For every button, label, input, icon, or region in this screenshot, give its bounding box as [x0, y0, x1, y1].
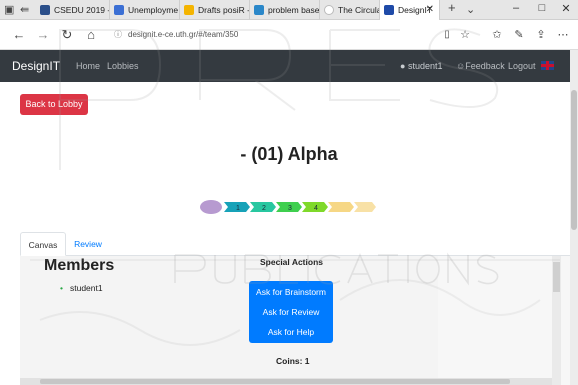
user-icon: ● [400, 61, 406, 71]
page-tabs: Canvas Review [20, 232, 570, 256]
language-flag-icon[interactable] [541, 61, 554, 70]
tab-favicon [184, 5, 194, 15]
tab-close-icon[interactable]: ✕ [426, 4, 434, 15]
nav-lobbies-link[interactable]: Lobbies [107, 61, 139, 71]
star-icon[interactable]: ☆ [456, 27, 474, 43]
special-actions-group: Ask for Brainstorm Ask for Review Ask fo… [249, 281, 333, 343]
browser-tab-4[interactable]: The Circular C [320, 0, 380, 20]
tab-favicon [324, 5, 334, 15]
list-item: • student1 [60, 283, 103, 293]
forward-icon[interactable]: → [34, 27, 52, 43]
nav-logout-link[interactable]: Logout [508, 61, 536, 71]
tab-title: CSEDU 2019 - [54, 5, 110, 15]
maximize-icon[interactable]: □ [532, 2, 552, 14]
address-bar: ← → ↻ ⌂ ⓘ designit.e-ce.uth.gr/#/team/350… [0, 20, 578, 50]
progress-label-1: 1 [236, 205, 240, 212]
tab-favicon [384, 5, 394, 15]
nav-home-link[interactable]: Home [76, 61, 100, 71]
user-menu[interactable]: ● student1 [400, 61, 442, 71]
tab-canvas[interactable]: Canvas [20, 232, 66, 256]
back-icon[interactable]: ← [10, 27, 28, 43]
browser-tab-2[interactable]: Drafts posiR - [180, 0, 250, 20]
share-icon[interactable]: ⇪ [532, 27, 550, 43]
tab-review[interactable]: Review [68, 232, 108, 256]
ask-brainstorm-button[interactable]: Ask for Brainstorm [249, 282, 333, 302]
progress-label-2: 2 [262, 205, 266, 212]
more-icon[interactable]: ⋯ [554, 27, 572, 43]
bullet-icon: • [60, 283, 63, 293]
window-close-icon[interactable]: ✕ [556, 2, 576, 15]
horizontal-scrollbar-thumb[interactable] [40, 379, 510, 384]
page-title: - (01) Alpha [240, 144, 338, 164]
home-icon[interactable]: ⌂ [82, 27, 100, 43]
tab-favicon [40, 5, 50, 15]
favorites-icon[interactable]: ✩ [488, 27, 506, 43]
browser-tab-1[interactable]: Unemployme [110, 0, 180, 20]
url-text: designit.e-ce.uth.gr/#/team/350 [128, 30, 239, 39]
feedback-icon: ☺ [456, 61, 466, 71]
tab-aside-icon[interactable]: ⇚ [20, 3, 29, 17]
pen-icon[interactable]: ✎ [510, 27, 528, 43]
browser-tab-bar: ▣ ⇚ CSEDU 2019 - Unemployme Drafts posiR… [0, 0, 578, 20]
page-scrollbar-thumb[interactable] [571, 90, 577, 230]
progress-steps: 1 2 3 4 [200, 200, 376, 214]
tab-title: Drafts posiR - [198, 5, 250, 15]
tab-title: The Circular C [338, 5, 379, 15]
coins-counter: Coins: 1 [276, 356, 310, 366]
progress-label-3: 3 [288, 205, 292, 212]
new-tab-icon[interactable]: + [448, 1, 456, 15]
tab-favicon [114, 5, 124, 15]
user-name: student1 [407, 61, 443, 71]
refresh-icon[interactable]: ↻ [58, 27, 76, 43]
tab-list-chevron-icon[interactable]: ⌄ [466, 3, 475, 17]
url-field[interactable]: ⓘ designit.e-ce.uth.gr/#/team/350 [114, 27, 238, 43]
browser-tab-active[interactable]: DesignIT ✕ [380, 0, 440, 20]
progress-label-4: 4 [314, 205, 318, 212]
canvas-side-panel [438, 256, 570, 385]
members-list: • student1 [60, 283, 103, 293]
canvas-scrollbar-thumb[interactable] [553, 262, 560, 292]
info-icon: ⓘ [114, 30, 122, 39]
brand-logo[interactable]: DesignIT [12, 59, 60, 73]
tab-actions-icon[interactable]: ▣ [4, 3, 14, 17]
nav-feedback-link[interactable]: ☺Feedback [456, 61, 505, 71]
browser-tab-3[interactable]: problem base [250, 0, 320, 20]
members-heading: Members [44, 257, 115, 274]
progress-step-6 [354, 202, 376, 212]
progress-step-0 [200, 200, 222, 214]
special-actions-heading: Special Actions [260, 257, 323, 267]
tab-favicon [254, 5, 264, 15]
reading-view-icon[interactable]: ▯ [438, 27, 456, 43]
back-to-lobby-button[interactable]: Back to Lobby [20, 94, 88, 115]
progress-step-5 [328, 202, 354, 212]
browser-tab-0[interactable]: CSEDU 2019 - [36, 0, 110, 20]
tab-title: Unemployme [128, 5, 179, 15]
tab-title: problem base [268, 5, 320, 15]
ask-help-button[interactable]: Ask for Help [249, 322, 333, 342]
minimize-icon[interactable]: – [506, 2, 526, 14]
ask-review-button[interactable]: Ask for Review [249, 302, 333, 322]
member-name: student1 [69, 283, 103, 293]
feedback-label: Feedback [465, 61, 505, 71]
site-navbar: DesignIT Home Lobbies ● student1 ☺Feedba… [0, 50, 570, 82]
